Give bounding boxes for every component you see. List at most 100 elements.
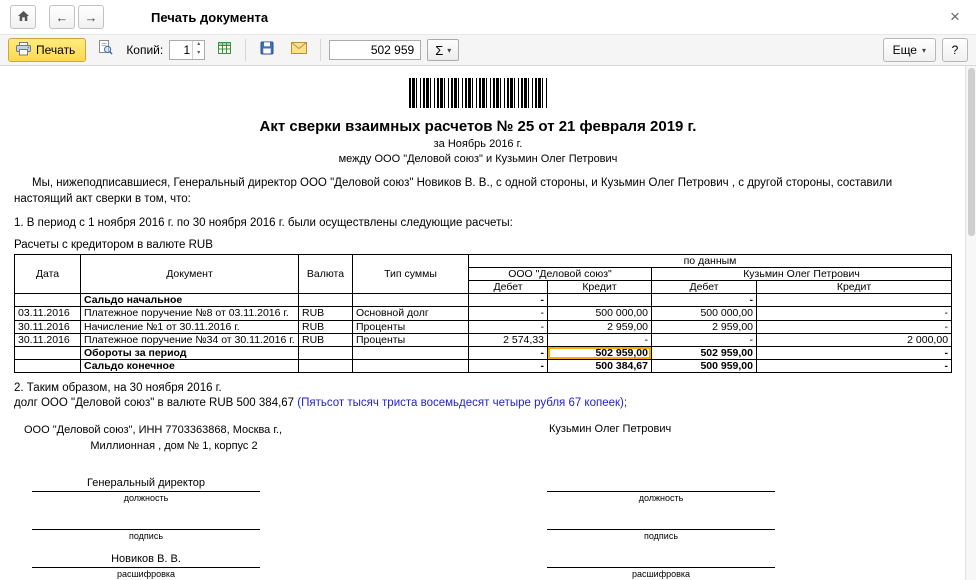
table-edit-icon [217, 41, 232, 60]
signature-block-name: Новиков В. В. расшифровка [32, 553, 260, 579]
header-org1: ООО "Деловой союз" [468, 267, 652, 282]
header-debit: Дебет [651, 280, 757, 295]
preview-button[interactable] [92, 38, 118, 62]
cell[interactable] [14, 293, 81, 308]
cell[interactable] [298, 358, 353, 373]
cell[interactable]: 2 574,33 [468, 332, 548, 347]
cell[interactable] [298, 345, 353, 360]
cell[interactable]: 2 959,00 [651, 319, 757, 334]
toolbar-right-group: Еще ▾ ? [882, 38, 968, 62]
table-row: 30.11.2016 Платежное поручение №34 от 30… [14, 332, 953, 347]
cell[interactable]: 500 000,00 [547, 306, 652, 321]
sum-field[interactable] [329, 40, 422, 60]
cell[interactable]: Проценты [352, 332, 469, 347]
signature-label: подпись [643, 530, 679, 541]
signature-block-sign: подпись [32, 515, 260, 541]
cell[interactable]: - [547, 332, 652, 347]
close-icon[interactable]: × [944, 7, 966, 27]
signatures: Генеральный директор должность подпись Н… [10, 465, 946, 579]
cell[interactable]: - [468, 345, 548, 360]
parties-row: ООО "Деловой союз", ИНН 7703363868, Моск… [10, 423, 946, 455]
signature-block-position: Генеральный директор должность [32, 477, 260, 503]
cell[interactable]: 500 000,00 [651, 306, 757, 321]
cell[interactable]: 2 000,00 [755, 332, 953, 347]
back-button[interactable]: ← [49, 5, 75, 29]
cell[interactable]: Начисление №1 от 30.11.2016 г. [80, 319, 299, 334]
print-button[interactable]: Печать [8, 38, 87, 62]
sigma-button[interactable]: Σ ▾ [427, 39, 460, 61]
header-sum-type: Тип суммы [352, 254, 469, 295]
cell[interactable]: Обороты за период [80, 345, 299, 360]
vertical-scrollbar[interactable] [965, 66, 976, 580]
cell[interactable] [298, 293, 353, 308]
cell[interactable]: - [468, 293, 548, 308]
cell[interactable]: - [755, 306, 953, 321]
cell[interactable]: - [468, 306, 548, 321]
header-credit: Кредит [547, 280, 652, 295]
home-button[interactable] [10, 5, 36, 29]
signature-line [547, 515, 775, 530]
cell[interactable]: Основной долг [352, 306, 469, 321]
cell[interactable] [352, 293, 469, 308]
cell[interactable]: RUB [298, 332, 353, 347]
signature-block-position: должность [547, 477, 775, 503]
cell[interactable]: RUB [298, 319, 353, 334]
subtitle-period: за Ноябрь 2016 г. [433, 138, 523, 150]
signature-line [547, 553, 775, 568]
cell[interactable]: Сальдо конечное [80, 358, 299, 373]
titlebar: ← → Печать документа × [0, 0, 976, 34]
cell[interactable]: Платежное поручение №34 от 30.11.2016 г. [80, 332, 299, 347]
table-row: Сальдо начальное - - [14, 293, 953, 308]
toolbar-separator [320, 39, 322, 61]
cell[interactable]: - [468, 358, 548, 373]
signature-line: Генеральный директор [32, 477, 260, 492]
help-button[interactable]: ? [942, 38, 968, 62]
save-button[interactable] [254, 38, 280, 62]
cell[interactable] [352, 345, 469, 360]
copies-input[interactable] [170, 41, 193, 59]
cell[interactable]: 502 959,00 [651, 345, 757, 360]
printer-icon [16, 41, 31, 59]
email-button[interactable] [286, 38, 312, 62]
spinner-down-icon[interactable]: ▾ [193, 50, 204, 59]
cell[interactable]: - [468, 319, 548, 334]
cell[interactable] [547, 293, 652, 308]
selected-cell[interactable]: 502 959,00 [547, 345, 652, 360]
signature-label: должность [638, 492, 684, 503]
cell[interactable]: Сальдо начальное [80, 293, 299, 308]
cell[interactable]: - [651, 293, 757, 308]
cell[interactable]: 03.11.2016 [14, 306, 81, 321]
more-button-label: Еще [892, 43, 917, 57]
scrollbar-thumb[interactable] [968, 68, 975, 236]
cell[interactable]: 2 959,00 [547, 319, 652, 334]
cell[interactable] [755, 293, 953, 308]
cell[interactable] [352, 358, 469, 373]
nav-group: ← → [49, 5, 104, 29]
document-title: Акт сверки взаимных расчетов № 25 от 21 … [259, 118, 697, 135]
cell[interactable]: 500 959,00 [651, 358, 757, 373]
cell[interactable] [14, 358, 81, 373]
cell[interactable]: RUB [298, 306, 353, 321]
cell[interactable]: - [755, 345, 953, 360]
cell[interactable]: Проценты [352, 319, 469, 334]
cell[interactable] [14, 345, 81, 360]
clause-period: 1. В период с 1 ноября 2016 г. по 30 ноя… [14, 217, 513, 230]
cell[interactable]: 500 384,67 [547, 358, 652, 373]
cell[interactable]: 30.11.2016 [14, 332, 81, 347]
cell[interactable]: - [755, 358, 953, 373]
table-settings-button[interactable] [211, 38, 237, 62]
cell[interactable]: - [651, 332, 757, 347]
intro-paragraph: Мы, нижеподписавшиеся, Генеральный дирек… [14, 177, 893, 206]
spinner-up-icon[interactable]: ▴ [193, 41, 204, 50]
cell[interactable]: 30.11.2016 [14, 319, 81, 334]
toolbar: Печать Копий: ▴ ▾ [0, 34, 976, 66]
cell[interactable]: Платежное поручение №8 от 03.11.2016 г. [80, 306, 299, 321]
forward-button[interactable]: → [78, 5, 104, 29]
copies-stepper: ▴ ▾ [169, 40, 206, 60]
more-button[interactable]: Еще ▾ [882, 38, 936, 62]
email-icon [291, 41, 308, 59]
org-left-details: ООО "Деловой союз", ИНН 7703363868, Моск… [24, 423, 324, 455]
cell[interactable]: - [755, 319, 953, 334]
signature-column-right: должность подпись расшифровка [547, 465, 775, 579]
chevron-down-icon: ▾ [921, 45, 926, 55]
